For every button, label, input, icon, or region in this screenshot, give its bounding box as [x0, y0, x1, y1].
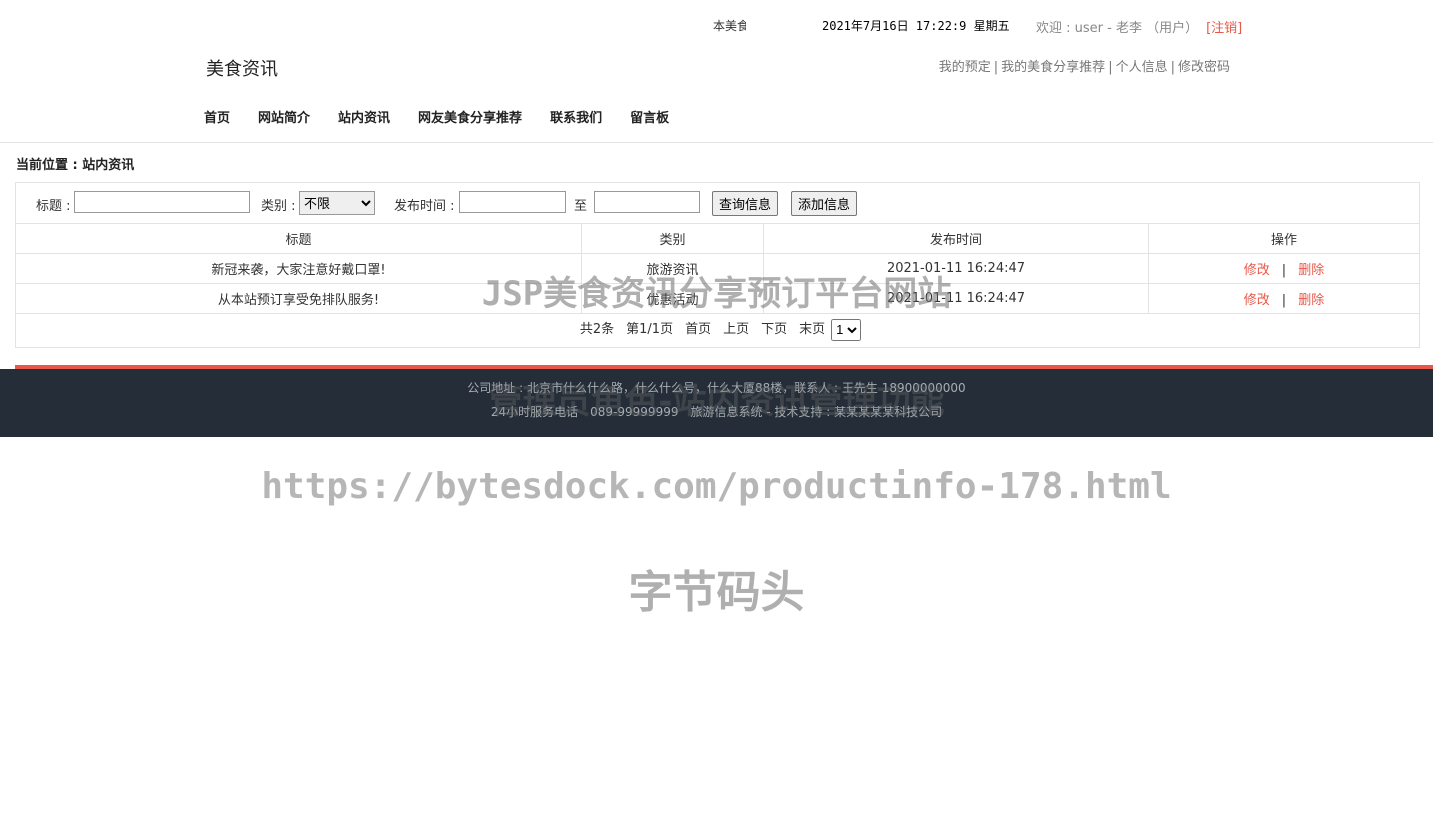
table-header-row: 标题 类别 发布时间 操作 — [16, 224, 1419, 254]
separator: | — [1170, 60, 1175, 75]
separator: | — [993, 60, 999, 75]
time-to-input[interactable] — [594, 191, 700, 213]
user-links: 我的预定 | 我的美食分享推荐 | 个人信息 | 修改密码 — [939, 56, 1230, 75]
column-header-title: 标题 — [16, 224, 582, 254]
watermark-brand: 字节码头 — [628, 567, 805, 618]
nav-item-home[interactable]: 首页 — [204, 111, 230, 126]
change-password-link[interactable]: 修改密码 — [1178, 60, 1230, 75]
last-page-link[interactable]: 末页 — [799, 322, 825, 337]
nav-item-food-share[interactable]: 网友美食分享推荐 — [418, 111, 522, 126]
watermark-title: JSP美食资讯分享预订平台网站 — [481, 274, 952, 314]
category-label: 类别 : — [261, 199, 296, 214]
main-nav: 首页 网站简介 站内资讯 网友美食分享推荐 联系我们 留言板 — [204, 107, 697, 126]
category-select[interactable]: 不限 — [299, 191, 375, 215]
query-button[interactable]: 查询信息 — [712, 191, 779, 216]
first-page-link[interactable]: 首页 — [685, 322, 711, 337]
next-page-link[interactable]: 下页 — [761, 322, 787, 337]
column-header-category: 类别 — [581, 224, 764, 254]
search-bar: 标题 : 类别 : 不限 发布时间 : 至 查询信息 添加信息 — [16, 183, 1419, 224]
pagination: 共2条 第1/1页 首页 上页 下页 末页 1 — [16, 315, 1419, 345]
title-input[interactable] — [74, 191, 250, 213]
add-button[interactable]: 添加信息 — [791, 191, 858, 216]
welcome-user: 欢迎 : user - 老李 （用户） — [1036, 21, 1199, 36]
nav-item-contact[interactable]: 联系我们 — [550, 111, 602, 126]
to-label: 至 — [574, 199, 588, 214]
current-datetime: 2021年7月16日 17:22:9 星期五 — [822, 19, 1010, 33]
page-select[interactable]: 1 — [831, 318, 862, 341]
watermark-subtitle: 管理员角色-站内资讯管理功能 — [488, 382, 945, 422]
my-food-share-link[interactable]: 我的美食分享推荐 — [1001, 60, 1105, 75]
page-indicator: 第1/1页 — [626, 322, 674, 337]
nav-item-about[interactable]: 网站简介 — [258, 111, 310, 126]
welcome-text: 欢迎 : user - 老李 （用户） [注销] — [1036, 17, 1242, 36]
column-header-actions: 操作 — [1148, 224, 1419, 254]
column-header-time: 发布时间 — [763, 224, 1149, 254]
separator: | — [1108, 60, 1113, 75]
prev-page-link[interactable]: 上页 — [723, 322, 749, 337]
my-reservations-link[interactable]: 我的预定 — [939, 60, 991, 75]
breadcrumb: 当前位置 : 站内资讯 — [16, 158, 135, 173]
nav-item-guestbook[interactable]: 留言板 — [630, 111, 669, 126]
nav-item-news[interactable]: 站内资讯 — [338, 111, 390, 126]
top-bar: 本美食 2021年7月16日 17:22:9 星期五 欢迎 : user - 老… — [0, 0, 1433, 50]
site-title: 美食资讯 — [206, 59, 278, 80]
total-count: 共2条 — [579, 322, 615, 337]
time-from-input[interactable] — [459, 191, 566, 213]
content-panel: 标题 : 类别 : 不限 发布时间 : 至 查询信息 添加信息 标题 类别 发布… — [15, 182, 1420, 348]
watermark-url: https://bytesdock.com/productinfo-178.ht… — [261, 466, 1172, 507]
logout-link[interactable]: [注销] — [1206, 21, 1242, 36]
header-divider — [0, 142, 1433, 143]
marquee-notice: 本美食 — [713, 19, 746, 33]
title-label: 标题 : — [36, 199, 71, 214]
profile-link[interactable]: 个人信息 — [1116, 60, 1168, 75]
publish-time-label: 发布时间 : — [394, 199, 455, 214]
